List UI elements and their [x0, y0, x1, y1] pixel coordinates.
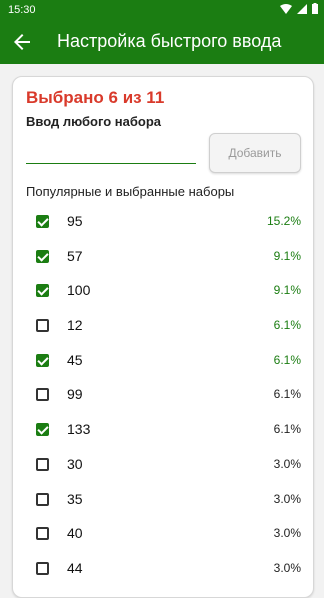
checkbox[interactable] [36, 423, 49, 437]
set-percent: 9.1% [273, 283, 301, 298]
section-title: Популярные и выбранные наборы [26, 184, 235, 199]
list-item[interactable]: 40 3.0% [13, 516, 313, 551]
set-value: 100 [67, 282, 91, 299]
list-item[interactable]: 44 3.0% [13, 551, 313, 586]
signal-icon [297, 3, 307, 14]
checkbox[interactable] [36, 284, 49, 298]
set-value: 30 [67, 455, 83, 472]
status-bar: 15:30 [0, 0, 324, 20]
set-value: 35 [67, 490, 83, 507]
checkbox[interactable] [36, 527, 49, 541]
list-item[interactable]: 30 3.0% [13, 447, 313, 482]
checkbox[interactable] [36, 457, 49, 471]
set-percent: 6.1% [273, 318, 301, 333]
app-bar: Настройка быстрого ввода [0, 20, 324, 64]
set-value: 99 [67, 386, 83, 403]
checkbox[interactable] [36, 353, 49, 367]
status-icons [280, 3, 318, 14]
list-item[interactable]: 45 6.1% [13, 343, 313, 378]
input-label: Ввод любого набора [26, 114, 162, 129]
checkbox[interactable] [36, 492, 49, 506]
battery-icon [312, 3, 318, 14]
set-percent: 6.1% [273, 387, 301, 402]
set-value: 57 [67, 247, 83, 264]
arrow-left-icon[interactable] [10, 30, 34, 54]
checkbox[interactable] [36, 388, 49, 402]
set-percent: 3.0% [273, 526, 301, 541]
set-value: 133 [67, 421, 91, 438]
set-percent: 6.1% [273, 352, 301, 367]
set-percent: 3.0% [273, 491, 301, 506]
settings-card: Выбрано 6 из 11 Ввод любого набора Добав… [12, 76, 314, 598]
wifi-icon [280, 3, 292, 14]
set-percent: 6.1% [273, 422, 301, 437]
set-value: 95 [67, 213, 83, 229]
checkbox[interactable] [36, 249, 49, 263]
sets-list: 95 15.2% 57 9.1% 100 9.1% 12 6.1% 45 6.1% 99 6… [13, 204, 313, 586]
checkbox[interactable] [36, 561, 49, 575]
add-button[interactable]: Добавить [209, 133, 301, 173]
set-value: 12 [67, 317, 83, 334]
list-item[interactable]: 100 9.1% [13, 273, 313, 308]
set-percent: 3.0% [273, 456, 301, 471]
set-percent: 15.2% [266, 214, 301, 228]
status-time: 15:30 [8, 4, 36, 16]
set-value: 40 [67, 525, 83, 542]
set-value: 44 [67, 559, 83, 576]
set-percent: 9.1% [273, 248, 301, 263]
set-value: 45 [67, 351, 83, 368]
list-item[interactable]: 95 15.2% [13, 204, 313, 239]
list-item[interactable]: 35 3.0% [13, 482, 313, 517]
list-item[interactable]: 57 9.1% [13, 239, 313, 274]
checkbox[interactable] [36, 319, 49, 333]
checkbox[interactable] [36, 215, 49, 228]
set-percent: 3.0% [273, 560, 301, 575]
page-title: Настройка быстрого ввода [57, 31, 282, 51]
list-item[interactable]: 133 6.1% [13, 412, 313, 447]
selected-count: Выбрано 6 из 11 [26, 88, 165, 107]
list-item[interactable]: 99 6.1% [13, 377, 313, 412]
input-underline [26, 163, 196, 164]
list-item[interactable]: 12 6.1% [13, 308, 313, 343]
set-input[interactable] [26, 137, 200, 163]
